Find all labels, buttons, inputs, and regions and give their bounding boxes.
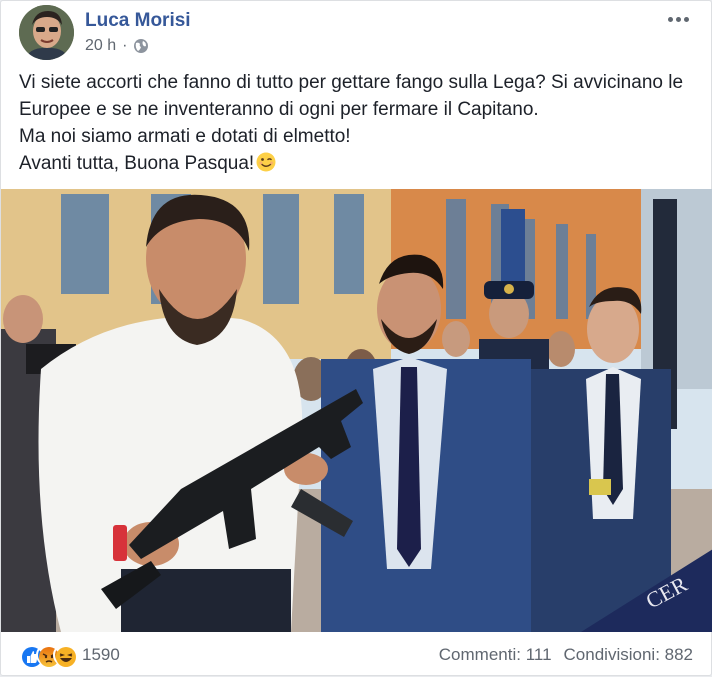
post-stats: Commenti: 111 Condivisioni: 882 [439, 645, 693, 665]
post-footer: 1590 Commenti: 111 Condivisioni: 882 [1, 632, 712, 677]
meta-separator: · [122, 37, 128, 54]
post-text-line: Avanti tutta, Buona Pasqua! [19, 153, 255, 174]
post-photo[interactable]: CER [1, 189, 712, 632]
post-message: Vi siete accorti che fanno di tutto per … [19, 69, 699, 177]
more-options-icon[interactable] [663, 7, 693, 31]
post-card: Luca Morisi 20 h · Vi siete accorti che … [0, 0, 712, 676]
haha-icon [53, 644, 76, 667]
globe-icon[interactable] [133, 38, 149, 54]
author-name-link[interactable]: Luca Morisi [85, 10, 191, 32]
avatar[interactable] [19, 5, 74, 60]
post-timestamp[interactable]: 20 h [85, 37, 116, 55]
post-meta: 20 h · [85, 37, 149, 55]
post-text-line-last: Avanti tutta, Buona Pasqua! [19, 150, 699, 177]
shares-count-link[interactable]: Condivisioni: 882 [564, 645, 693, 665]
post-header: Luca Morisi 20 h · [19, 5, 695, 61]
winking-face-emoji [256, 152, 276, 172]
post-text-line: Europee e se ne inventeranno di ogni per… [19, 99, 539, 120]
post-text-line: Ma noi siamo armati e dotati di elmetto! [19, 126, 351, 147]
comments-count-link[interactable]: Commenti: 111 [439, 645, 552, 665]
post-text-line: Vi siete accorti che fanno di tutto per … [19, 72, 684, 93]
reactions-summary[interactable]: 1590 [19, 644, 120, 667]
reaction-count: 1590 [82, 645, 120, 664]
